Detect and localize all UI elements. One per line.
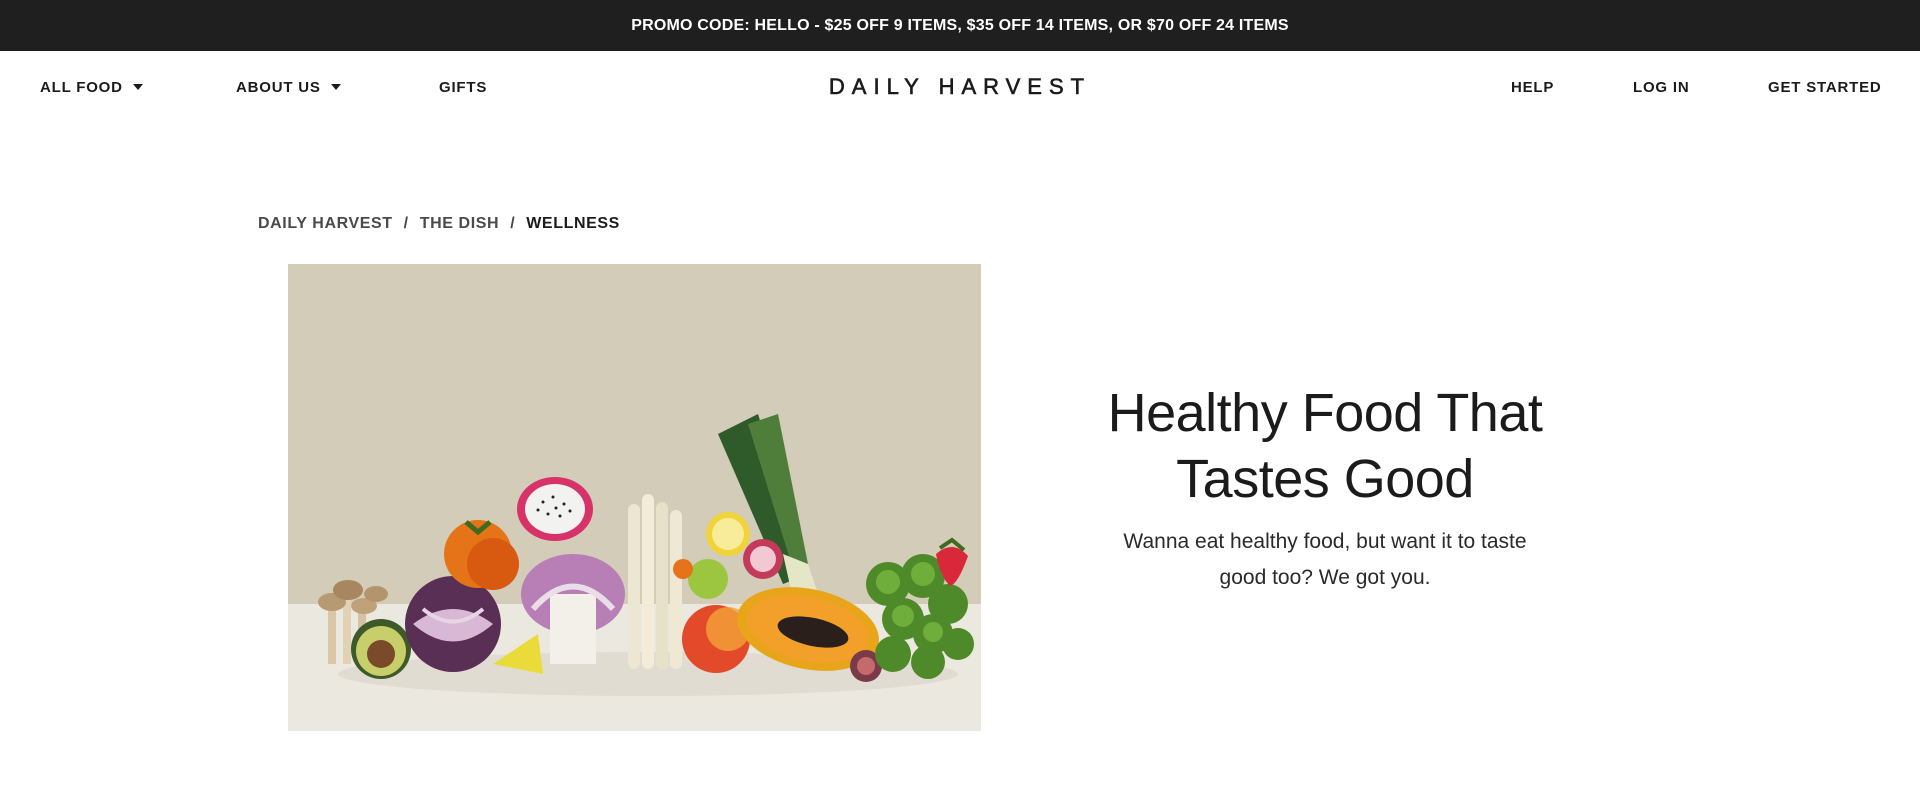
- nav-log-in[interactable]: LOG IN: [1633, 51, 1689, 123]
- brand-logo[interactable]: DAILY HARVEST: [700, 51, 1220, 123]
- nav-help[interactable]: HELP: [1511, 51, 1554, 123]
- breadcrumb-wellness: WELLNESS: [526, 215, 620, 232]
- breadcrumb-the-dish[interactable]: THE DISH: [420, 215, 499, 233]
- nav-all-food-label: ALL FOOD: [40, 78, 123, 96]
- promo-banner: PROMO CODE: HELLO - $25 OFF 9 ITEMS, $35…: [0, 0, 1920, 51]
- page-title: Healthy Food That Tastes Good: [1107, 383, 1543, 509]
- chevron-down-icon: [132, 84, 143, 90]
- page-subtitle: Wanna eat healthy food, but want it to t…: [1123, 530, 1527, 589]
- top-navigation: ALL FOOD ABOUT US GIFTS DAILY HARVEST HE…: [0, 51, 1920, 123]
- hero-text-block: Healthy Food That Tastes Good Wanna eat …: [1060, 380, 1590, 596]
- nav-about-us[interactable]: ABOUT US: [236, 51, 341, 123]
- breadcrumb-separator: /: [403, 215, 409, 232]
- produce-arrangement-image: [288, 264, 981, 731]
- nav-all-food[interactable]: ALL FOOD: [40, 51, 143, 123]
- promo-text: PROMO CODE: HELLO - $25 OFF 9 ITEMS, $35…: [631, 16, 1289, 34]
- nav-gifts[interactable]: GIFTS: [439, 51, 487, 123]
- get-started-button[interactable]: GET STARTED: [1768, 51, 1882, 123]
- breadcrumb-daily-harvest[interactable]: DAILY HARVEST: [258, 215, 393, 233]
- breadcrumb-separator: /: [510, 215, 516, 232]
- breadcrumb: DAILY HARVEST / THE DISH / WELLNESS: [258, 212, 620, 236]
- nav-about-us-label: ABOUT US: [236, 78, 321, 96]
- chevron-down-icon: [330, 84, 341, 90]
